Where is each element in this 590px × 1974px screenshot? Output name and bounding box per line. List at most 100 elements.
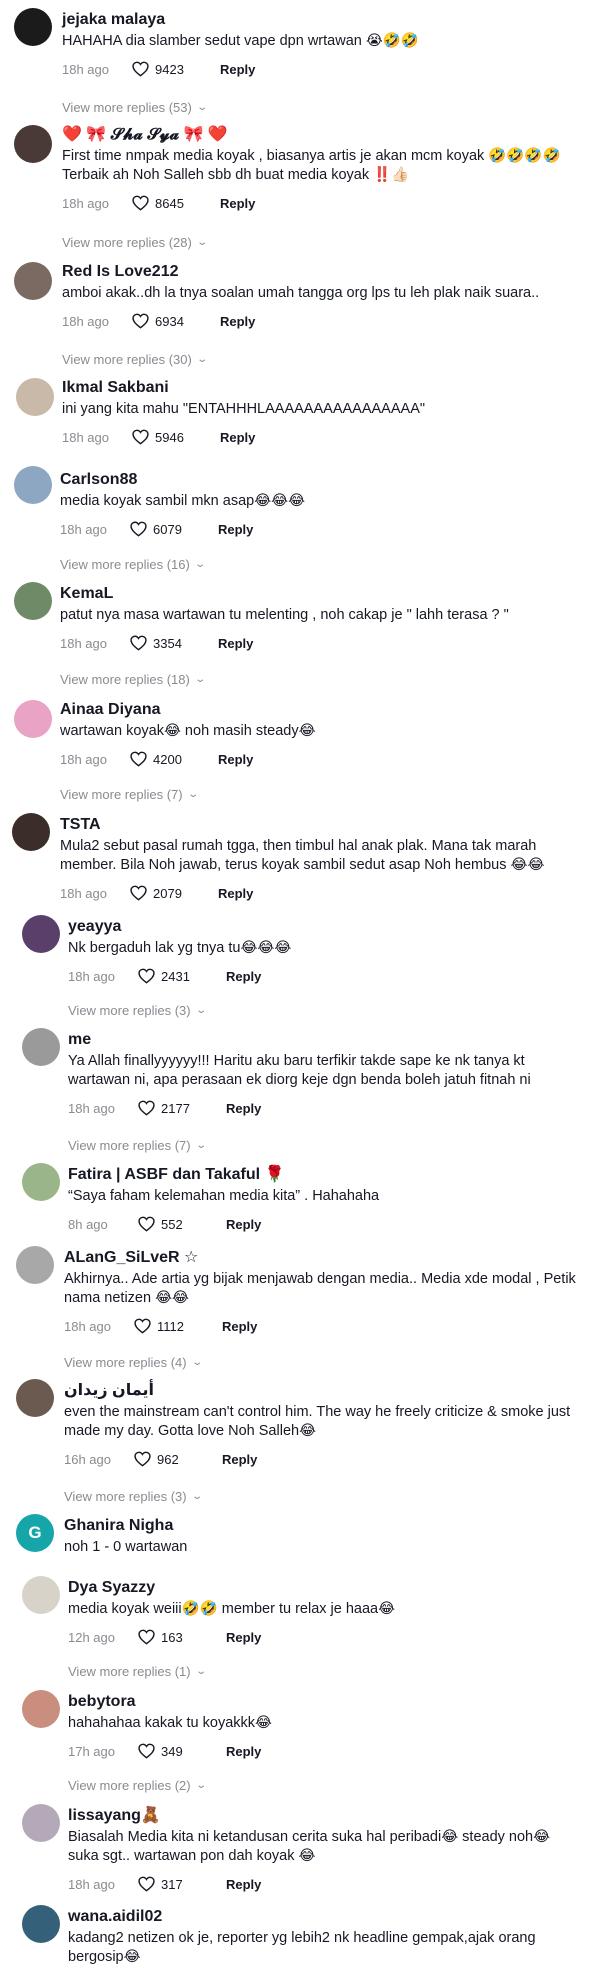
- comment-username[interactable]: ❤️ 🎀 𝓢𝓱𝓪 𝓢𝔂𝓪 🎀 ❤️: [62, 125, 578, 145]
- comment-timestamp: 18h ago: [62, 429, 109, 445]
- comment-username[interactable]: ALanG_SiLveR ☆: [64, 1248, 578, 1268]
- comment-text: Akhirnya.. Ade artia yg bijak menjawab d…: [64, 1271, 576, 1306]
- reply-button[interactable]: Reply: [218, 752, 253, 767]
- view-more-replies-button[interactable]: View more replies (4) ⌄: [64, 1355, 203, 1370]
- like-button[interactable]: 8645: [132, 195, 220, 211]
- avatar[interactable]: [16, 1379, 54, 1417]
- view-more-replies-label: View more replies (30): [62, 352, 192, 367]
- view-more-replies-button[interactable]: View more replies (3) ⌄: [64, 1489, 203, 1504]
- avatar[interactable]: [22, 915, 60, 953]
- avatar[interactable]: [14, 262, 52, 300]
- comment-username[interactable]: Ghanira Nigha: [64, 1516, 578, 1536]
- comment-meta: 18h ago 2431 Reply: [68, 966, 578, 986]
- reply-button[interactable]: Reply: [226, 1217, 261, 1232]
- reply-button[interactable]: Reply: [220, 430, 255, 445]
- comment-username[interactable]: yeayya: [68, 917, 578, 937]
- comment-username[interactable]: Dya Syazzy: [68, 1578, 578, 1598]
- comment-username[interactable]: lissayang🧸: [68, 1806, 578, 1826]
- like-button[interactable]: 552: [138, 1216, 226, 1232]
- reply-button[interactable]: Reply: [218, 636, 253, 651]
- comment-username[interactable]: أيمان زيدان: [64, 1381, 578, 1401]
- avatar[interactable]: [22, 1905, 60, 1943]
- reply-button[interactable]: Reply: [220, 62, 255, 77]
- like-button[interactable]: 962: [134, 1451, 222, 1467]
- heart-icon: [138, 1876, 155, 1892]
- view-more-replies-button[interactable]: View more replies (3) ⌄: [68, 1003, 207, 1018]
- comment-username[interactable]: Fatira | ASBF dan Takaful 🌹: [68, 1165, 578, 1185]
- like-button[interactable]: 5946: [132, 429, 220, 445]
- like-button[interactable]: 2177: [138, 1100, 226, 1116]
- avatar[interactable]: [16, 378, 54, 416]
- avatar[interactable]: [22, 1028, 60, 1066]
- view-more-replies-label: View more replies (3): [68, 1003, 191, 1018]
- avatar[interactable]: [22, 1804, 60, 1842]
- heart-icon: [130, 751, 147, 767]
- comment-body: lissayang🧸 Biasalah Media kita ni ketandu…: [68, 1806, 578, 1894]
- heart-icon: [138, 968, 155, 984]
- avatar[interactable]: [14, 125, 52, 163]
- view-more-replies-button[interactable]: View more replies (16) ⌄: [60, 557, 206, 572]
- chevron-down-icon: ⌄: [194, 1140, 207, 1151]
- like-button[interactable]: 3354: [130, 635, 218, 651]
- view-more-replies-button[interactable]: View more replies (7) ⌄: [68, 1138, 207, 1153]
- comment-username[interactable]: Ikmal Sakbani: [62, 378, 578, 398]
- comment-timestamp: 17h ago: [68, 1743, 115, 1759]
- view-more-replies-button[interactable]: View more replies (53) ⌄: [62, 100, 208, 115]
- like-count: 2079: [153, 885, 182, 901]
- comment-username[interactable]: Red Is Love212: [62, 262, 578, 282]
- chevron-down-icon: ⌄: [190, 1491, 203, 1502]
- comment-username[interactable]: KemaL: [60, 584, 578, 604]
- avatar[interactable]: [22, 1576, 60, 1614]
- comment-timestamp: 18h ago: [60, 751, 107, 767]
- avatar[interactable]: [14, 466, 52, 504]
- like-button[interactable]: 2431: [138, 968, 226, 984]
- comment-username[interactable]: TSTA: [60, 815, 578, 835]
- comment-username[interactable]: me: [68, 1030, 578, 1050]
- comment-username[interactable]: Ainaa Diyana: [60, 700, 578, 720]
- reply-button[interactable]: Reply: [226, 1744, 261, 1759]
- comment-username[interactable]: Carlson88: [60, 470, 578, 490]
- view-more-replies-button[interactable]: View more replies (30) ⌄: [62, 352, 208, 367]
- avatar[interactable]: [14, 700, 52, 738]
- like-button[interactable]: 349: [138, 1743, 226, 1759]
- avatar[interactable]: [14, 582, 52, 620]
- avatar[interactable]: [12, 813, 50, 851]
- like-button[interactable]: 4200: [130, 751, 218, 767]
- reply-button[interactable]: Reply: [218, 522, 253, 537]
- reply-button[interactable]: Reply: [222, 1452, 257, 1467]
- reply-button[interactable]: Reply: [220, 196, 255, 211]
- view-more-replies-button[interactable]: View more replies (28) ⌄: [62, 235, 208, 250]
- avatar[interactable]: G: [16, 1514, 54, 1552]
- comment-meta: 18h ago 2177 Reply: [68, 1098, 578, 1118]
- like-button[interactable]: 2079: [130, 885, 218, 901]
- reply-button[interactable]: Reply: [220, 314, 255, 329]
- reply-button[interactable]: Reply: [226, 1630, 261, 1645]
- comment-username[interactable]: jejaka malaya: [62, 10, 578, 30]
- avatar[interactable]: [16, 1246, 54, 1284]
- like-button[interactable]: 1112: [134, 1318, 222, 1334]
- avatar[interactable]: [14, 8, 52, 46]
- like-count: 9423: [155, 61, 184, 77]
- view-more-replies-button[interactable]: View more replies (2) ⌄: [68, 1778, 207, 1793]
- reply-button[interactable]: Reply: [222, 1319, 257, 1334]
- reply-button[interactable]: Reply: [226, 1101, 261, 1116]
- like-button[interactable]: 9423: [132, 61, 220, 77]
- comment-meta: 18h ago 6934 Reply: [62, 311, 578, 331]
- comment-username[interactable]: bebytora: [68, 1692, 578, 1712]
- like-button[interactable]: 317: [138, 1876, 226, 1892]
- view-more-replies-button[interactable]: View more replies (18) ⌄: [60, 672, 206, 687]
- like-button[interactable]: 6934: [132, 313, 220, 329]
- heart-icon: [130, 521, 147, 537]
- view-more-replies-label: View more replies (53): [62, 100, 192, 115]
- like-button[interactable]: 163: [138, 1629, 226, 1645]
- view-more-replies-button[interactable]: View more replies (7) ⌄: [60, 787, 199, 802]
- reply-button[interactable]: Reply: [226, 969, 261, 984]
- like-button[interactable]: 6079: [130, 521, 218, 537]
- avatar[interactable]: [22, 1163, 60, 1201]
- view-more-replies-button[interactable]: View more replies (1) ⌄: [68, 1664, 207, 1679]
- reply-button[interactable]: Reply: [226, 1877, 261, 1892]
- comment-username[interactable]: wana.aidil02: [68, 1907, 578, 1927]
- comment-meta: 8h ago 552 Reply: [68, 1214, 578, 1234]
- reply-button[interactable]: Reply: [218, 886, 253, 901]
- avatar[interactable]: [22, 1690, 60, 1728]
